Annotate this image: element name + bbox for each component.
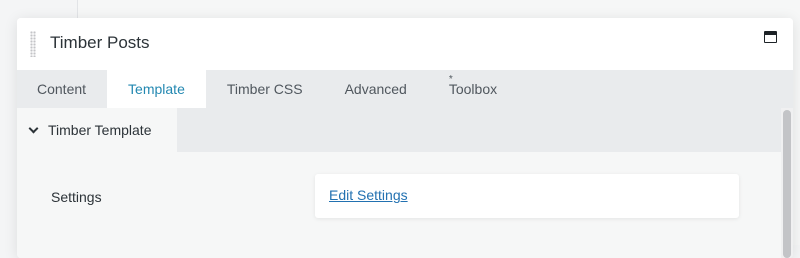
section-bar: Timber Template [17, 108, 781, 152]
tab-label: Advanced [344, 81, 407, 97]
tab-marker: * [448, 74, 453, 85]
tab-label: Template [128, 81, 185, 97]
tab-timber-css[interactable]: Timber CSS [206, 70, 324, 108]
scrollbar-thumb[interactable] [783, 110, 791, 258]
tab-bar: Content Template Timber CSS Advanced * T… [17, 70, 793, 108]
tab-label: Timber CSS [226, 81, 303, 97]
scrollbar[interactable] [781, 108, 793, 258]
settings-panel: Timber Posts Content Template Timber CSS… [17, 18, 793, 258]
tab-label: Content [37, 81, 87, 97]
tab-toolbox[interactable]: * Toolbox [428, 70, 518, 108]
section-toggle-timber-template[interactable]: Timber Template [17, 108, 177, 152]
settings-field: Edit Settings [315, 174, 739, 218]
tab-advanced[interactable]: Advanced [324, 70, 428, 108]
tab-content[interactable]: Content [17, 70, 107, 108]
panel-title: Timber Posts [50, 33, 150, 52]
tab-label: Toolbox [448, 81, 498, 97]
settings-label: Settings [51, 189, 102, 205]
tab-content-area: Timber Template Settings Edit Settings [17, 108, 781, 258]
section-title: Timber Template [48, 122, 152, 138]
chevron-down-icon [28, 123, 39, 133]
maximize-icon[interactable] [764, 31, 777, 43]
panel-header[interactable]: Timber Posts [17, 18, 793, 70]
tab-template[interactable]: Template [107, 70, 206, 108]
drag-handle-icon[interactable] [30, 31, 36, 57]
edit-settings-link[interactable]: Edit Settings [329, 187, 408, 203]
